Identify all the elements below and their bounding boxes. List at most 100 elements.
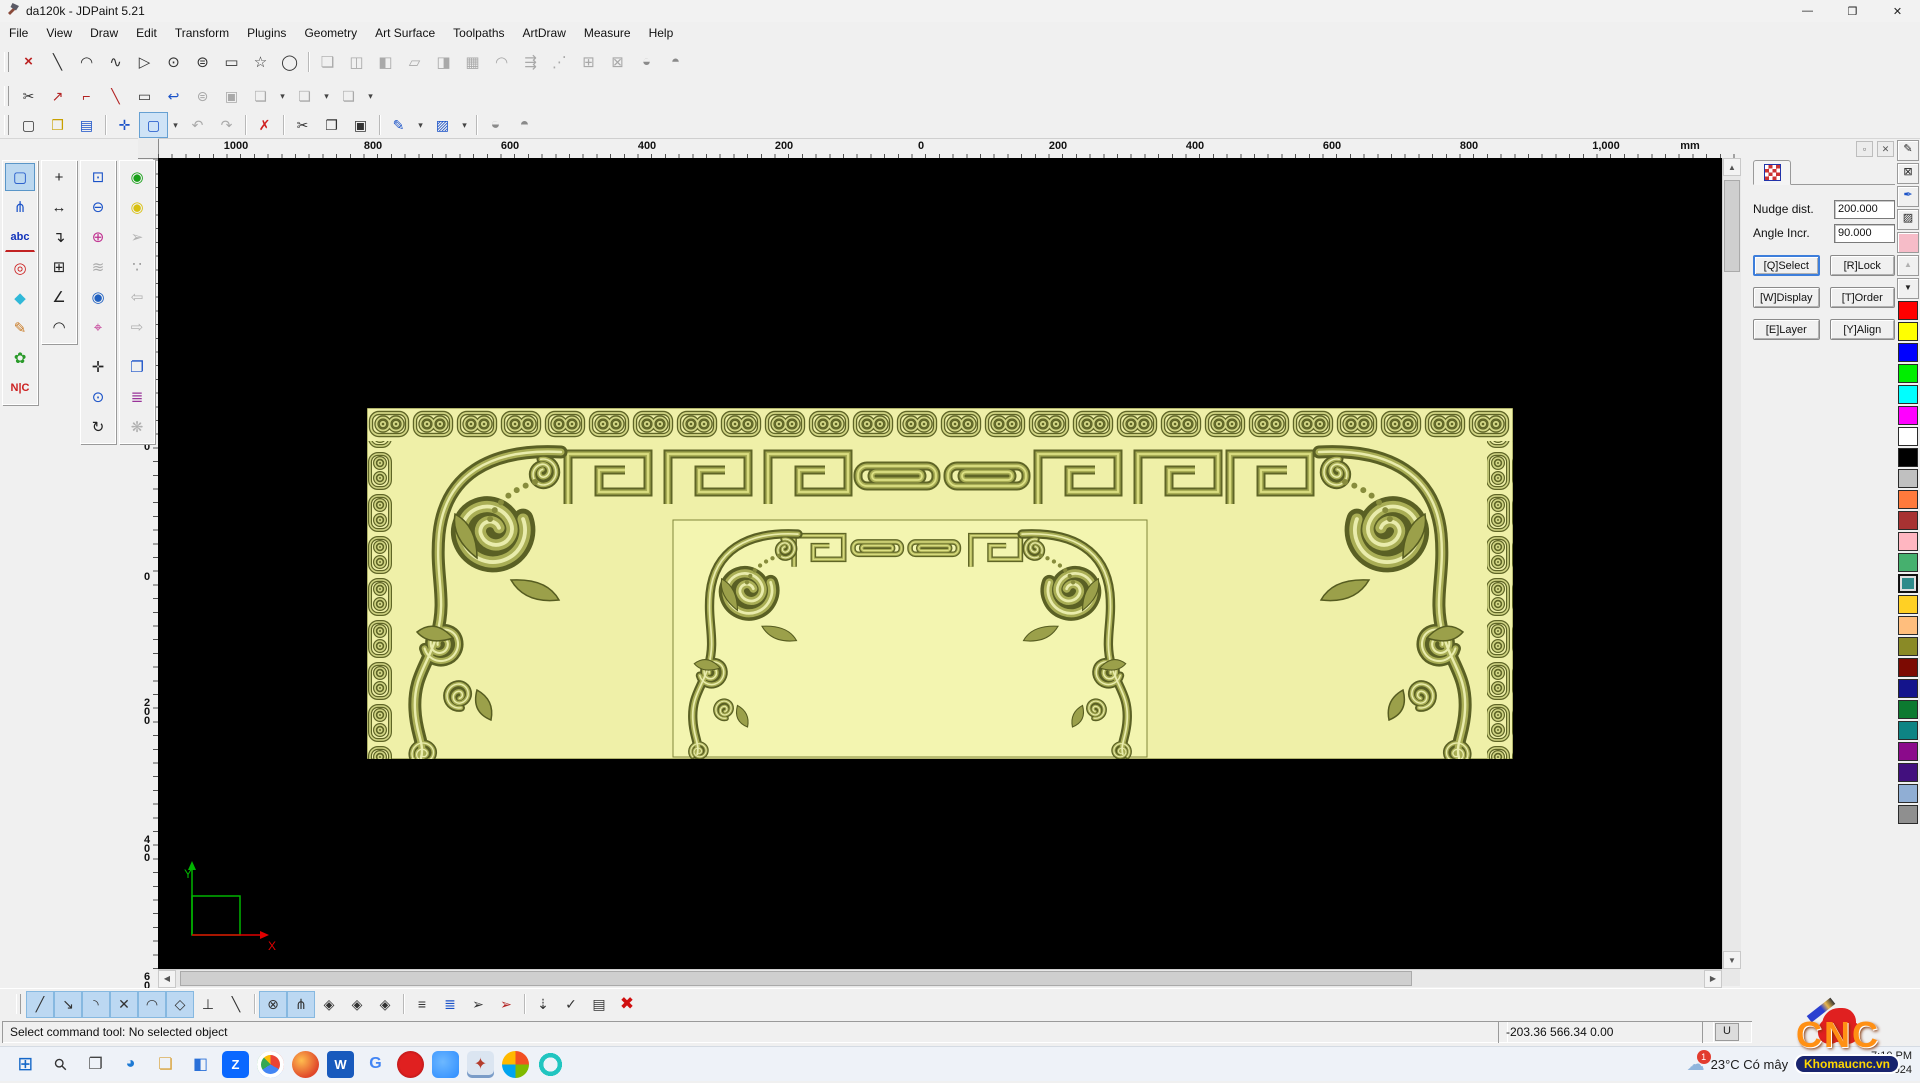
tangent-snap-icon[interactable]: ◝ — [82, 991, 110, 1018]
scroll-up-icon[interactable]: ▲ — [1897, 255, 1919, 276]
scroll-down-icon[interactable]: ▼ — [1897, 278, 1919, 299]
layer-mode-button[interactable]: [E]Layer — [1753, 319, 1820, 340]
marquee-select-icon[interactable]: ▢ — [139, 112, 168, 138]
nearest-snap-icon[interactable]: ╲ — [222, 991, 250, 1018]
swatch-black[interactable] — [1898, 448, 1918, 467]
snap-apply-icon[interactable]: ⇣ — [529, 991, 557, 1018]
menu-item[interactable]: Plugins — [238, 24, 295, 42]
vertical-scroll-thumb[interactable] — [1724, 180, 1740, 272]
relief-dome-icon[interactable]: ◒ — [632, 47, 661, 77]
custom-color-swatch[interactable] — [1897, 232, 1919, 253]
select-tool-icon[interactable]: ▢ — [5, 163, 35, 191]
spray-lamp-icon[interactable]: ❋ — [122, 413, 152, 441]
points-array-icon[interactable]: ⋰ — [545, 47, 574, 77]
start-button-icon[interactable]: ⊞ — [12, 1051, 39, 1078]
dropdown-arrow-icon[interactable]: ▾ — [457, 112, 472, 138]
align-mode-button[interactable]: [Y]Align — [1830, 319, 1895, 340]
trim-curve-icon[interactable]: ✂ — [14, 83, 43, 109]
menu-item[interactable]: Art Surface — [366, 24, 444, 42]
point-tool-icon[interactable]: × — [14, 47, 43, 77]
ring-copy-icon[interactable]: ⊜ — [188, 83, 217, 109]
swatch-navy[interactable] — [1898, 679, 1918, 698]
hatch-lines-icon[interactable]: ≣ — [122, 383, 152, 411]
firefox-icon[interactable] — [292, 1051, 319, 1078]
render-on-icon[interactable]: ◉ — [122, 163, 152, 191]
dim-angle-icon[interactable]: ∠ — [44, 283, 74, 311]
shear-object-icon[interactable]: ▱ — [400, 47, 429, 77]
zalo-icon[interactable]: Z — [222, 1051, 249, 1078]
grid-array-icon[interactable]: ▦ — [458, 47, 487, 77]
layer-pages-icon[interactable]: ❐ — [122, 353, 152, 381]
pick-light-icon[interactable]: ➢ — [122, 223, 152, 251]
menu-item[interactable]: Draw — [81, 24, 127, 42]
dim-path-icon[interactable]: ↴ — [44, 223, 74, 251]
swatch-teal-selected[interactable] — [1898, 574, 1918, 593]
rotate-object-icon[interactable]: ◧ — [371, 47, 400, 77]
volume-icon[interactable]: ◁) — [1835, 1056, 1849, 1072]
axis-snap-icon[interactable]: ⋔ — [287, 991, 315, 1018]
break-curve-icon[interactable]: ↗ — [43, 83, 72, 109]
relief-shield-icon[interactable]: ◓ — [661, 47, 690, 77]
swatch-brown[interactable] — [1898, 511, 1918, 530]
menu-item[interactable]: Edit — [127, 24, 166, 42]
zoom-out-icon[interactable]: ⊖ — [83, 193, 113, 221]
redo-icon[interactable]: ↷ — [212, 112, 241, 138]
rectangle-tool-icon[interactable]: ▭ — [217, 47, 246, 77]
swatch-white[interactable] — [1898, 427, 1918, 446]
shade-view-icon[interactable]: ◒ — [481, 112, 510, 138]
save-file-icon[interactable]: ▤ — [72, 112, 101, 138]
menu-item[interactable]: View — [37, 24, 81, 42]
dropdown-arrow-icon[interactable]: ▾ — [275, 83, 290, 109]
star-tool-icon[interactable]: ☆ — [246, 47, 275, 77]
pan-view-icon[interactable]: ✛ — [83, 353, 113, 381]
guide-stack-icon[interactable]: ≡ — [408, 991, 436, 1018]
pen-color-icon[interactable]: ✎ — [384, 112, 413, 138]
line-tool-icon[interactable]: ╲ — [43, 47, 72, 77]
smart-join-icon[interactable]: ↩ — [159, 83, 188, 109]
word-icon[interactable]: W — [327, 1051, 354, 1078]
no-color-swatch[interactable]: ⊠ — [1897, 163, 1919, 184]
record-icon[interactable] — [397, 1051, 424, 1078]
dim-rect-icon[interactable]: ⊞ — [44, 253, 74, 281]
swatch-blue[interactable] — [1898, 343, 1918, 362]
snap-cancel-icon[interactable]: ✖ — [613, 991, 641, 1018]
scroll-right-arrow[interactable]: ▶ — [1704, 970, 1722, 988]
text-tool-icon[interactable]: abc — [5, 223, 35, 252]
swatch-dark-red[interactable] — [1898, 658, 1918, 677]
midpoint-snap-icon[interactable]: ↘ — [54, 991, 82, 1018]
view-forward-icon[interactable]: ⇨ — [122, 313, 152, 341]
drawing-canvas[interactable]: Y X — [158, 158, 1722, 969]
menu-item[interactable]: Transform — [166, 24, 238, 42]
circle-tool-icon[interactable]: ⊙ — [159, 47, 188, 77]
new-file-icon[interactable]: ▢ — [14, 112, 43, 138]
ellipse-tool-icon[interactable]: ⊜ — [188, 47, 217, 77]
nudge-dist-field[interactable]: 200.000 — [1834, 200, 1895, 219]
fill-style-icon[interactable]: ▨ — [428, 112, 457, 138]
spline-tool-icon[interactable]: ∿ — [101, 47, 130, 77]
units-button[interactable]: U — [1715, 1023, 1739, 1041]
point-snap-icon[interactable]: + — [44, 163, 74, 191]
edge-browser-icon[interactable]: ◕ — [117, 1051, 144, 1078]
panel-close-button[interactable]: ✕ — [1877, 141, 1894, 157]
close-button[interactable]: ✕ — [1875, 0, 1920, 22]
menu-item[interactable]: Measure — [575, 24, 640, 42]
menu-item[interactable]: Help — [640, 24, 683, 42]
swatch-olive[interactable] — [1898, 637, 1918, 656]
panel-tab[interactable] — [1753, 160, 1791, 185]
panel-restore-button[interactable]: ▫ — [1856, 141, 1873, 157]
grid-snap-icon[interactable]: ⊗ — [259, 991, 287, 1018]
tray-chevron-icon[interactable]: ∧ — [1798, 1056, 1808, 1072]
taskbar-clock[interactable]: 7:10 PM 12/6/2024 — [1863, 1050, 1912, 1078]
intersection-snap-icon[interactable]: ✕ — [110, 991, 138, 1018]
zoom-object-icon[interactable]: ⌖ — [83, 313, 113, 341]
array-copy-3-icon[interactable]: ❏ — [334, 83, 363, 109]
swatch-indigo[interactable] — [1898, 763, 1918, 782]
dim-horizontal-icon[interactable]: ↔ — [44, 193, 74, 221]
dim-arc-icon[interactable]: ◠ — [44, 313, 74, 341]
render-light-icon[interactable]: ◉ — [122, 193, 152, 221]
task-view-icon[interactable]: ❐ — [82, 1051, 109, 1078]
minimize-button[interactable]: — — [1785, 0, 1830, 22]
open-file-icon[interactable]: ❒ — [43, 112, 72, 138]
mirror-object-icon[interactable]: ◫ — [342, 47, 371, 77]
google-icon[interactable]: G — [362, 1051, 389, 1078]
